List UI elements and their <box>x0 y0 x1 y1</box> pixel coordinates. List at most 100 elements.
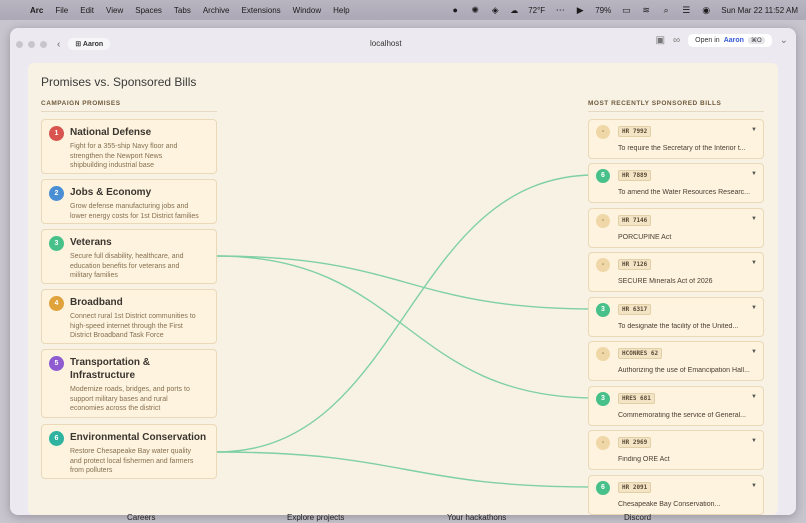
menu-extensions[interactable]: Extensions <box>242 6 281 15</box>
expand-caret-icon[interactable]: ▼ <box>751 127 757 133</box>
promise-card-environmental-conservation[interactable]: 6 Environmental Conservation Restore Che… <box>41 424 217 479</box>
browser-toolbar: ‹ ⊞ Aaron localhost ▣ ∞ Open in Aaron ⌘O… <box>10 28 796 60</box>
bill-match-badge: - <box>596 347 610 361</box>
bill-card-hr-6317[interactable]: 3 HR 6317 ▼ To designate the facility of… <box>588 297 764 337</box>
bill-match-badge: 6 <box>596 169 610 183</box>
bill-title: To require the Secretary of the Interior… <box>618 145 746 152</box>
zoom-window-button[interactable] <box>40 40 47 48</box>
bills-heading: MOST RECENTLY SPONSORED BILLS <box>588 100 722 107</box>
bill-code: HR 7992 <box>618 126 652 137</box>
menu-spaces[interactable]: Spaces <box>135 6 162 15</box>
close-window-button[interactable] <box>16 40 23 48</box>
battery-text: 79% <box>595 5 612 15</box>
bill-card-hr-2091[interactable]: 6 HR 2091 ▼ Chesapeake Bay Conservation.… <box>588 475 764 515</box>
brightness-icon[interactable]: ✺ <box>470 5 480 15</box>
promise-title: Veterans <box>70 237 112 248</box>
menu-archive[interactable]: Archive <box>203 6 230 15</box>
promise-number-badge: 3 <box>49 236 64 251</box>
bill-card-hr-7126[interactable]: - HR 7126 ▼ SECURE Minerals Act of 2026 <box>588 252 764 292</box>
menu-help[interactable]: Help <box>333 6 349 15</box>
expand-caret-icon[interactable]: ▼ <box>751 394 757 400</box>
bill-title: Finding ORE Act <box>618 456 670 463</box>
expand-caret-icon[interactable]: ▼ <box>751 305 757 311</box>
sidebar-toggle-icon[interactable]: ▣ <box>656 35 665 46</box>
search-icon[interactable]: ⌕ <box>661 5 671 15</box>
promise-card-broadband[interactable]: 4 Broadband Connect rural 1st District c… <box>41 289 217 344</box>
promise-description: Grow defense manufacturing jobs and lower… <box>70 203 199 220</box>
promise-number-badge: 1 <box>49 126 64 141</box>
promise-number-badge: 6 <box>49 431 64 446</box>
expand-caret-icon[interactable]: ▼ <box>751 438 757 444</box>
promises-divider <box>41 111 217 112</box>
bill-title: Authorizing the use of Emancipation Hall… <box>618 367 750 374</box>
weather-text: 72°F <box>528 5 546 15</box>
promise-card-national-defense[interactable]: 1 National Defense Fight for a 355-ship … <box>41 119 217 174</box>
open-in-button[interactable]: Open in Aaron ⌘O <box>688 34 772 47</box>
bill-title: Chesapeake Bay Conservation... <box>618 501 721 508</box>
bill-match-badge: 6 <box>596 481 610 495</box>
record-icon[interactable]: ● <box>450 5 460 15</box>
siri-icon[interactable]: ◉ <box>701 5 711 15</box>
promises-heading: CAMPAIGN PROMISES <box>41 100 121 107</box>
menu-edit[interactable]: Edit <box>80 6 94 15</box>
window-controls <box>16 40 47 48</box>
menubar-clock[interactable]: Sun Mar 22 11:52 AM <box>721 6 798 15</box>
menubar: Arc File Edit View Spaces Tabs Archive E… <box>0 0 806 20</box>
weather-icon[interactable]: ☁ <box>510 6 518 15</box>
expand-caret-icon[interactable]: ▼ <box>751 216 757 222</box>
link-icon[interactable]: ∞ <box>673 35 680 46</box>
bill-code: HRES 681 <box>618 393 655 404</box>
bill-match-badge: - <box>596 436 610 450</box>
promise-card-veterans[interactable]: 3 Veterans Secure full disability, healt… <box>41 229 217 284</box>
bill-card-hr-2969[interactable]: - HR 2969 ▼ Finding ORE Act <box>588 430 764 470</box>
expand-caret-icon[interactable]: ▼ <box>751 260 757 266</box>
vpn-icon[interactable]: ◈ <box>490 5 500 15</box>
expand-caret-icon[interactable]: ▼ <box>751 171 757 177</box>
bill-card-hr-7146[interactable]: - HR 7146 ▼ PORCUPINE Act <box>588 208 764 248</box>
bill-card-hconres-62[interactable]: - HCONRES 62 ▼ Authorizing the use of Em… <box>588 341 764 381</box>
expand-caret-icon[interactable]: ▼ <box>751 483 757 489</box>
url-text[interactable]: localhost <box>370 39 402 48</box>
bill-card-hr-7992[interactable]: - HR 7992 ▼ To require the Secretary of … <box>588 119 764 159</box>
browser-window: ‹ ⊞ Aaron localhost ▣ ∞ Open in Aaron ⌘O… <box>10 28 796 515</box>
promise-number-badge: 5 <box>49 356 64 371</box>
bills-divider <box>588 111 764 112</box>
promise-bill-link <box>216 174 596 453</box>
menu-app[interactable]: Arc <box>30 6 43 15</box>
bill-code: HR 7889 <box>618 170 652 181</box>
promise-description: Restore Chesapeake Bay water quality and … <box>70 448 194 474</box>
promise-bill-link <box>216 255 596 310</box>
promise-card-transportation[interactable]: 5 Transportation & Infrastructure Modern… <box>41 349 217 418</box>
footer-link-hackathons[interactable]: Your hackathons <box>447 513 506 522</box>
page-title: Promises vs. Sponsored Bills <box>41 75 197 89</box>
footer-link-discord[interactable]: Discord <box>624 513 651 522</box>
bill-code: HR 7126 <box>618 259 652 270</box>
bill-code: HCONRES 62 <box>618 348 663 359</box>
menu-tabs[interactable]: Tabs <box>174 6 191 15</box>
bill-title: SECURE Minerals Act of 2026 <box>618 278 713 285</box>
expand-caret-icon[interactable]: ▼ <box>751 349 757 355</box>
promise-bill-link <box>216 255 596 399</box>
dots-icon[interactable]: ⋯ <box>555 5 565 15</box>
battery-icon[interactable]: ▭ <box>621 5 631 15</box>
back-arrow-icon[interactable]: ‹ <box>57 39 60 50</box>
promise-bill-link <box>216 451 596 488</box>
footer-link-careers[interactable]: Careers <box>127 513 155 522</box>
menu-window[interactable]: Window <box>293 6 321 15</box>
chevron-down-icon[interactable]: ⌄ <box>780 35 788 46</box>
minimize-window-button[interactable] <box>28 40 35 48</box>
promise-card-jobs-economy[interactable]: 2 Jobs & Economy Grow defense manufactur… <box>41 179 217 224</box>
bill-card-hr-7889[interactable]: 6 HR 7889 ▼ To amend the Water Resources… <box>588 163 764 203</box>
bill-code: HR 2091 <box>618 482 652 493</box>
wifi-icon[interactable]: ≋ <box>641 5 651 15</box>
profile-icon: ⊞ <box>75 41 83 48</box>
profile-pill[interactable]: ⊞ Aaron <box>68 38 111 50</box>
control-center-icon[interactable]: ☰ <box>681 5 691 15</box>
menu-file[interactable]: File <box>55 6 68 15</box>
footer-link-explore-projects[interactable]: Explore projects <box>287 513 344 522</box>
promise-description: Connect rural 1st District communities t… <box>70 313 196 339</box>
bill-card-hres-681[interactable]: 3 HRES 681 ▼ Commemorating the service o… <box>588 386 764 426</box>
play-icon[interactable]: ▶ <box>575 5 585 15</box>
menu-view[interactable]: View <box>106 6 123 15</box>
bill-code: HR 7146 <box>618 215 652 226</box>
